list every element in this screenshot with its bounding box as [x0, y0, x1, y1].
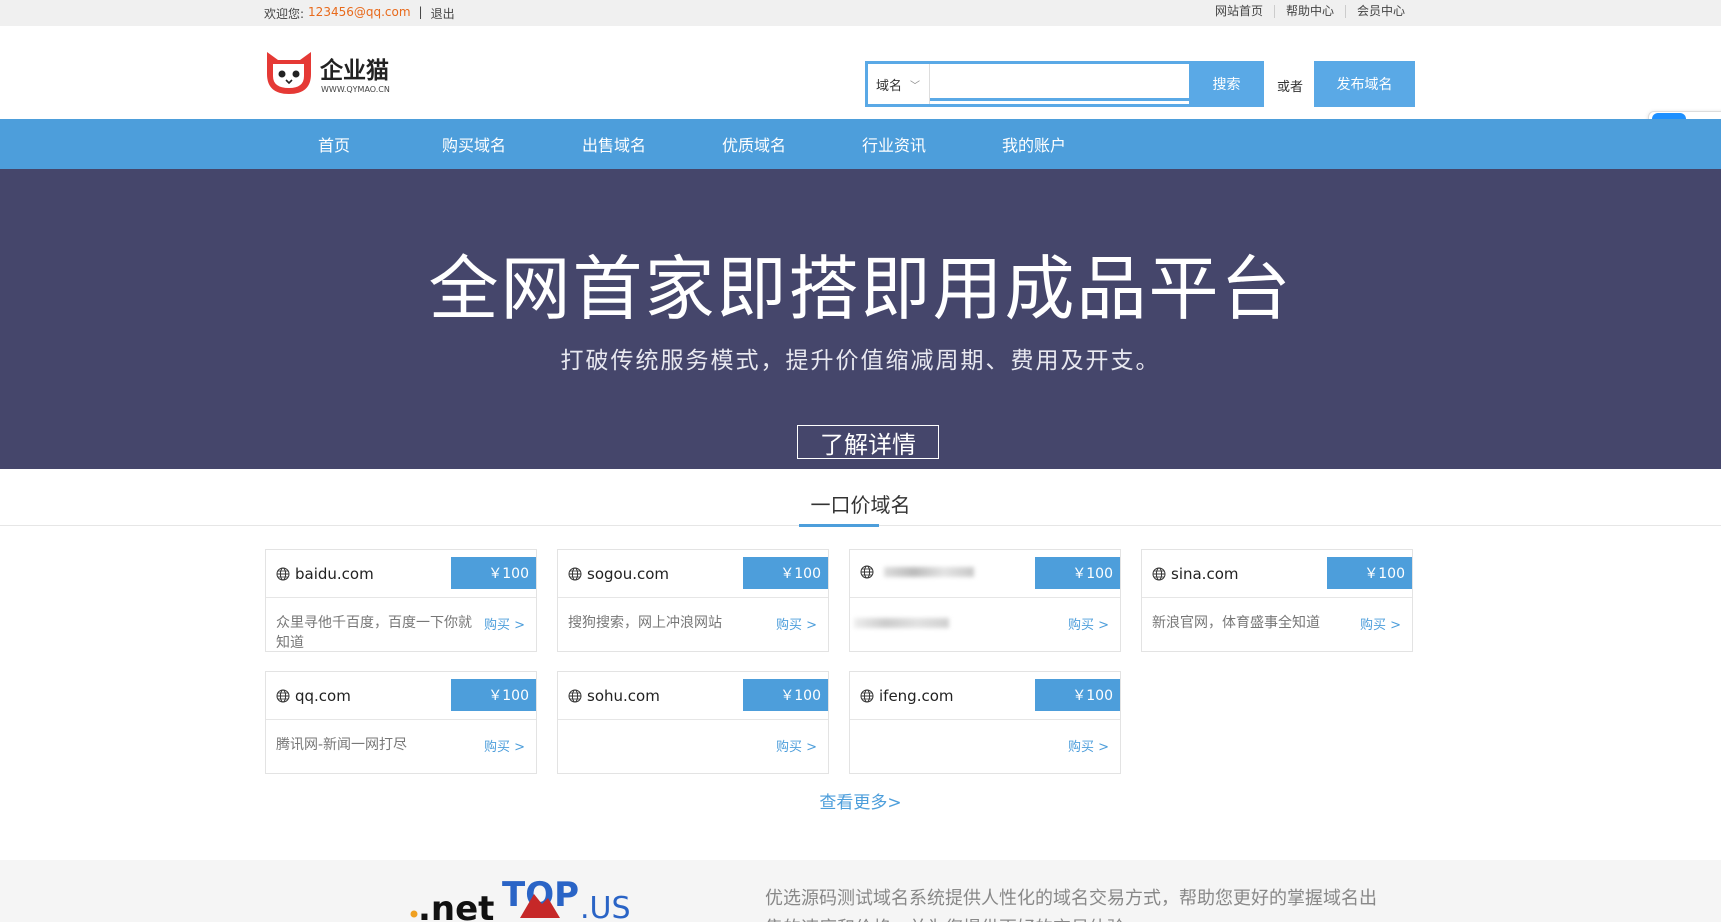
- section-underline: [799, 524, 879, 527]
- site-logo[interactable]: 企业猫 WWW.QYMAO.CN: [264, 48, 414, 98]
- globe-icon: [860, 565, 874, 579]
- domain-suffix-logo-icon: .net TOP .US: [410, 875, 631, 922]
- welcome-area: 欢迎您: 123456@qq.com | 退出: [264, 5, 455, 22]
- price-tag: ￥100: [743, 557, 828, 589]
- globe-icon: [568, 689, 582, 703]
- header: 企业猫 WWW.QYMAO.CN 域名 ﹀ 搜索 或者 发布域名 拖拽: [0, 26, 1721, 148]
- logout-link[interactable]: 退出: [431, 5, 455, 22]
- price-tag: ￥100: [1035, 679, 1120, 711]
- cat-logo-icon: 企业猫 WWW.QYMAO.CN: [267, 52, 390, 94]
- domain-card[interactable]: baidu.com ￥100 众里寻他千百度，百度一下你就知道 购买 >: [265, 549, 537, 652]
- globe-icon: [568, 567, 582, 581]
- globe-icon: [276, 567, 290, 581]
- section-header: 一口价域名: [0, 469, 1721, 527]
- buy-link[interactable]: 购买 >: [1360, 614, 1401, 633]
- welcome-label: 欢迎您:: [264, 7, 305, 21]
- search-button[interactable]: 搜索: [1189, 61, 1264, 107]
- buy-link[interactable]: 购买 >: [484, 614, 525, 633]
- nav-item-sell-domain[interactable]: 出售域名: [544, 119, 684, 169]
- domain-card[interactable]: qq.com ￥100 腾讯网-新闻一网打尽 购买 >: [265, 671, 537, 774]
- price-tag: ￥100: [451, 679, 536, 711]
- domain-card[interactable]: ￥100 购买 >: [849, 549, 1121, 652]
- nav-item-industry-news[interactable]: 行业资讯: [824, 119, 964, 169]
- globe-icon: [1152, 567, 1166, 581]
- banner-headline: 全网首家即搭即用成品平台: [428, 248, 1293, 330]
- domain-description: 腾讯网-新闻一网打尽: [276, 737, 408, 753]
- buy-link[interactable]: 购买 >: [776, 614, 817, 633]
- site-home-link[interactable]: 网站首页: [1204, 5, 1274, 18]
- price-tag: ￥100: [451, 557, 536, 589]
- or-text: 或者: [1277, 80, 1304, 95]
- help-center-link[interactable]: 帮助中心: [1273, 5, 1345, 18]
- buy-link[interactable]: 购买 >: [1068, 614, 1109, 633]
- globe-icon: [276, 689, 290, 703]
- price-tag: ￥100: [743, 679, 828, 711]
- domain-name[interactable]: sogou.com: [587, 565, 669, 583]
- section-title: 一口价域名: [810, 493, 911, 517]
- buy-link[interactable]: 购买 >: [484, 736, 525, 755]
- chevron-down-icon: ﹀: [910, 80, 921, 92]
- learn-more-button[interactable]: 了解详情: [797, 425, 939, 459]
- blurred-text: [884, 567, 974, 577]
- domain-card[interactable]: ifeng.com ￥100 购买 >: [849, 671, 1121, 774]
- blurred-text: [854, 618, 949, 628]
- domain-name[interactable]: baidu.com: [295, 565, 374, 583]
- domain-card[interactable]: sogou.com ￥100 搜狗搜索，网上冲浪网站 购买 >: [557, 549, 829, 652]
- domain-name[interactable]: sohu.com: [587, 687, 660, 705]
- domain-description: 搜狗搜索，网上冲浪网站: [568, 615, 722, 631]
- nav-item-premium-domain[interactable]: 优质域名: [684, 119, 824, 169]
- domain-suffix-logos: .net TOP .US: [410, 874, 640, 922]
- top-links: 网站首页 帮助中心 会员中心: [1204, 5, 1416, 18]
- domain-description: 新浪官网，体育盛事全知道: [1152, 615, 1320, 631]
- footer-description: 优选源码测试域名系统提供人性化的域名交易方式，帮助您更好的掌握域名出售的速度和价…: [765, 888, 1377, 922]
- domain-name[interactable]: sina.com: [1171, 565, 1239, 583]
- globe-icon: [860, 689, 874, 703]
- banner-subheadline: 打破传统服务模式，提升价值缩减周期、费用及开支。: [560, 348, 1161, 374]
- domain-card[interactable]: sina.com ￥100 新浪官网，体育盛事全知道 购买 >: [1141, 549, 1413, 652]
- footer: .net TOP .US 优选源码测试域名系统提供人性化的域名交易方式，帮助您更…: [0, 860, 1721, 922]
- view-more-link[interactable]: 查看更多>: [0, 788, 1721, 813]
- buy-link[interactable]: 购买 >: [776, 736, 817, 755]
- domain-name[interactable]: ifeng.com: [879, 687, 954, 705]
- domain-description: 众里寻他千百度，百度一下你就知道: [276, 615, 472, 651]
- separator: |: [418, 5, 423, 19]
- domain-card[interactable]: sohu.com ￥100 购买 >: [557, 671, 829, 774]
- price-tag: ￥100: [1035, 557, 1120, 589]
- nav-item-buy-domain[interactable]: 购买域名: [404, 119, 544, 169]
- logo-us-text: .US: [580, 891, 631, 922]
- main-nav: 首页 购买域名 出售域名 优质域名 行业资讯 我的账户: [0, 119, 1721, 169]
- user-email-link[interactable]: 123456@qq.com: [308, 5, 411, 22]
- domain-name[interactable]: qq.com: [295, 687, 351, 705]
- buy-link[interactable]: 购买 >: [1068, 736, 1109, 755]
- nav-item-home[interactable]: 首页: [264, 119, 404, 169]
- publish-domain-button[interactable]: 发布域名: [1314, 61, 1415, 107]
- search-type-label: 域名: [876, 78, 903, 94]
- hero-banner: 全网首家即搭即用成品平台 打破传统服务模式，提升价值缩减周期、费用及开支。 了解…: [0, 169, 1721, 469]
- search-type-select[interactable]: 域名 ﹀: [868, 64, 930, 104]
- price-tag: ￥100: [1327, 557, 1412, 589]
- top-utility-bar: 欢迎您: 123456@qq.com | 退出 网站首页 帮助中心 会员中心: [0, 0, 1721, 26]
- nav-item-my-account[interactable]: 我的账户: [964, 119, 1104, 169]
- logo-net-text: .net: [418, 889, 494, 922]
- logo-subtext: WWW.QYMAO.CN: [321, 85, 390, 94]
- member-center-link[interactable]: 会员中心: [1344, 5, 1416, 18]
- logo-text: 企业猫: [319, 57, 389, 84]
